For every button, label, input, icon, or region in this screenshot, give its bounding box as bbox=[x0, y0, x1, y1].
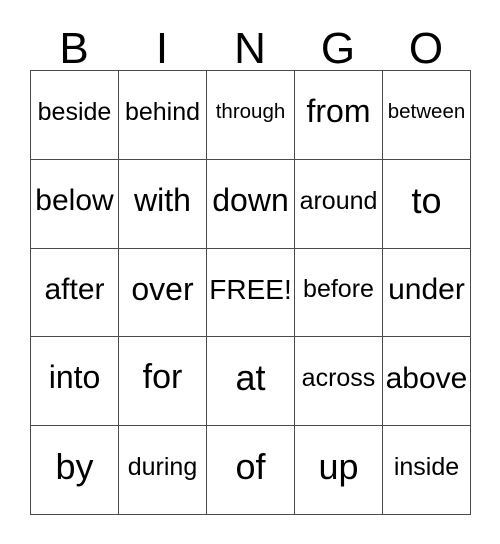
bingo-cell-label: below bbox=[35, 183, 114, 217]
bingo-cell[interactable]: during bbox=[119, 426, 207, 515]
bingo-cell-label: with bbox=[134, 181, 191, 218]
bingo-cell[interactable]: after bbox=[31, 248, 119, 338]
bingo-cell-label: inside bbox=[393, 452, 460, 481]
bingo-cell[interactable]: across bbox=[295, 337, 383, 427]
bingo-header-letter-b: B bbox=[59, 24, 89, 74]
bingo-cell-label: beside bbox=[37, 97, 112, 126]
bingo-cell-label: over bbox=[131, 270, 194, 307]
bingo-cell[interactable]: before bbox=[295, 248, 383, 338]
bingo-cell-label: down bbox=[212, 181, 289, 218]
bingo-header-cell-i: I bbox=[118, 18, 206, 74]
bingo-cell[interactable]: into bbox=[31, 337, 119, 427]
bingo-cell-label: to bbox=[411, 179, 442, 221]
bingo-cell-label: across bbox=[301, 364, 376, 393]
bingo-cell[interactable]: through bbox=[207, 71, 295, 160]
bingo-cell-label: from bbox=[306, 93, 371, 130]
bingo-cell-label: during bbox=[127, 452, 198, 481]
bingo-cell[interactable]: with bbox=[119, 159, 207, 249]
bingo-row: after over FREE! before under bbox=[31, 248, 471, 338]
bingo-header-letter-i: I bbox=[155, 24, 169, 74]
bingo-header-cell-n: N bbox=[206, 18, 294, 74]
bingo-cell[interactable]: behind bbox=[119, 71, 207, 160]
bingo-cell[interactable]: below bbox=[31, 159, 119, 249]
bingo-header-cell-o: O bbox=[382, 18, 470, 74]
bingo-cell[interactable]: over bbox=[119, 248, 207, 338]
bingo-cell[interactable]: from bbox=[295, 71, 383, 160]
bingo-cell[interactable]: at bbox=[207, 337, 295, 427]
bingo-header-letter-g: G bbox=[320, 24, 356, 74]
bingo-cell[interactable]: for bbox=[119, 337, 207, 427]
bingo-cell-label: before bbox=[303, 275, 374, 304]
bingo-header-cell-b: B bbox=[30, 18, 118, 74]
bingo-row: by during of up inside bbox=[31, 426, 471, 515]
bingo-cell-label: behind bbox=[124, 97, 201, 126]
bingo-cell-label: into bbox=[48, 359, 101, 396]
bingo-header-cell-g: G bbox=[294, 18, 382, 74]
bingo-row: into for at across above bbox=[31, 337, 471, 427]
bingo-cell[interactable]: of bbox=[207, 426, 295, 515]
bingo-cell-label: at bbox=[235, 357, 266, 399]
bingo-card: B I N G O beside behind through from bet… bbox=[30, 18, 471, 515]
bingo-cell-label: by bbox=[55, 446, 94, 488]
bingo-row: beside behind through from between bbox=[31, 71, 471, 160]
bingo-header-letter-n: N bbox=[234, 24, 266, 74]
bingo-row: below with down around to bbox=[31, 159, 471, 249]
bingo-cell[interactable]: by bbox=[31, 426, 119, 515]
bingo-cell-label: above bbox=[385, 361, 468, 395]
bingo-grid: beside behind through from between below… bbox=[30, 70, 471, 515]
bingo-cell-label: between bbox=[387, 100, 466, 124]
bingo-cell-label: around bbox=[299, 186, 378, 215]
bingo-header-letter-o: O bbox=[408, 24, 444, 74]
bingo-cell[interactable]: up bbox=[295, 426, 383, 515]
bingo-cell-label: under bbox=[388, 272, 465, 306]
bingo-cell[interactable]: above bbox=[383, 337, 471, 427]
bingo-cell-label: up bbox=[318, 446, 359, 488]
bingo-free-label: FREE! bbox=[209, 273, 292, 305]
bingo-cell-label: of bbox=[235, 446, 266, 488]
bingo-cell[interactable]: to bbox=[383, 159, 471, 249]
bingo-cell[interactable]: around bbox=[295, 159, 383, 249]
bingo-cell-label: through bbox=[215, 100, 286, 124]
bingo-cell-label: for bbox=[142, 358, 183, 397]
bingo-cell[interactable]: between bbox=[383, 71, 471, 160]
bingo-cell[interactable]: beside bbox=[31, 71, 119, 160]
bingo-header-row: B I N G O bbox=[30, 18, 470, 74]
bingo-cell[interactable]: inside bbox=[383, 426, 471, 515]
bingo-cell-label: after bbox=[44, 272, 105, 306]
bingo-cell[interactable]: under bbox=[383, 248, 471, 338]
bingo-free-cell[interactable]: FREE! bbox=[207, 248, 295, 338]
bingo-cell[interactable]: down bbox=[207, 159, 295, 249]
